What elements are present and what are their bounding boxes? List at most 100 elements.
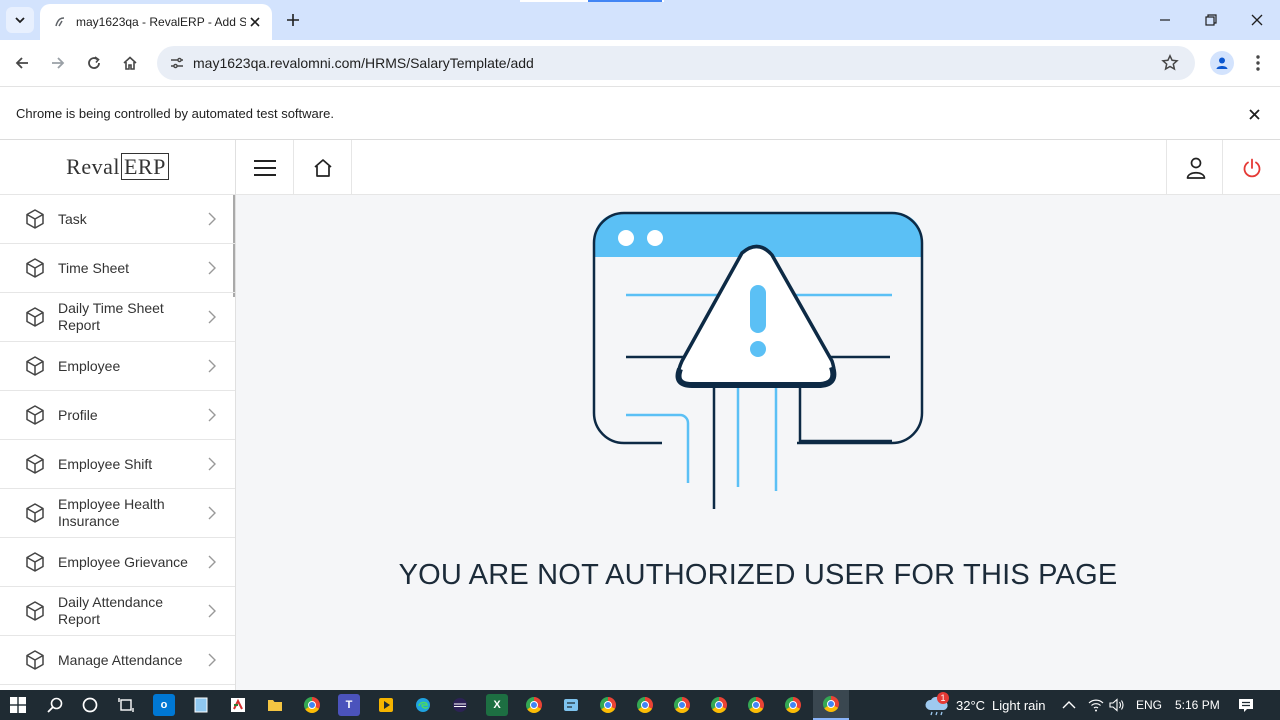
sidebar-item-label: Employee Health Insurance xyxy=(58,496,165,529)
chrome-app-active[interactable] xyxy=(813,690,849,720)
show-hidden-icons-button[interactable] xyxy=(1062,690,1076,720)
forward-button[interactable] xyxy=(45,50,71,76)
sidebar-item-label: Employee Shift xyxy=(58,455,153,472)
app-header xyxy=(236,140,1280,195)
sidebar-item-profile[interactable]: Profile xyxy=(0,391,235,440)
chrome-icon xyxy=(600,697,616,713)
chrome-app-1[interactable] xyxy=(301,694,323,716)
windows-logo-icon xyxy=(10,697,26,713)
automation-infobar: Chrome is being controlled by automated … xyxy=(0,86,1280,140)
minimize-icon xyxy=(1160,19,1170,21)
app-pinned-3[interactable] xyxy=(227,694,249,716)
site-info-icon[interactable] xyxy=(165,51,189,75)
sidebar-item-time-sheet[interactable]: Time Sheet xyxy=(0,244,235,293)
browser-toolbar: may1623qa.revalomni.com/HRMS/SalaryTempl… xyxy=(0,40,1280,86)
file-explorer-app[interactable] xyxy=(264,694,286,716)
sidebar-item-label: Employee xyxy=(58,357,121,374)
sidebar-item-employee-grievance[interactable]: Employee Grievance xyxy=(0,538,235,587)
chrome-icon xyxy=(711,697,727,713)
sidebar-item-employee[interactable]: Employee xyxy=(0,342,235,391)
close-window-button[interactable] xyxy=(1234,0,1280,40)
chrome-app-3[interactable] xyxy=(597,694,619,716)
sidebar-item-daily-time-sheet-report[interactable]: Daily Time Sheet Report xyxy=(0,293,235,342)
bookmark-star-icon[interactable] xyxy=(1159,52,1181,74)
close-icon xyxy=(1251,14,1263,26)
restore-button[interactable] xyxy=(1188,0,1234,40)
tab-close-icon[interactable] xyxy=(246,13,264,31)
browser-menu-button[interactable] xyxy=(1248,51,1268,75)
chrome-icon xyxy=(785,697,801,713)
brand-logo[interactable]: Reval ERP xyxy=(0,140,235,195)
weather-widget[interactable]: 1 32°C Light rain xyxy=(924,690,1046,720)
chrome-icon xyxy=(823,696,839,712)
cube-icon xyxy=(26,356,44,376)
chrome-app-7[interactable] xyxy=(745,694,767,716)
teams-app[interactable]: T xyxy=(338,694,360,716)
sidebar-item-label: Daily Attendance Report xyxy=(58,594,164,627)
logo-text-erp: ERP xyxy=(120,153,169,180)
main-content: YOU ARE NOT AUTHORIZED USER FOR THIS PAG… xyxy=(236,195,1280,690)
address-bar[interactable]: may1623qa.revalomni.com/HRMS/SalaryTempl… xyxy=(157,46,1195,80)
new-tab-button[interactable] xyxy=(282,9,304,31)
notepad-icon xyxy=(194,697,208,713)
weather-temperature: 32°C xyxy=(956,697,986,713)
hamburger-menu-button[interactable] xyxy=(236,140,294,195)
media-app[interactable] xyxy=(375,694,397,716)
chrome-icon xyxy=(674,697,690,713)
system-clock[interactable]: 5:16 PM xyxy=(1175,690,1220,720)
sidebar-item-label: Task xyxy=(58,210,87,227)
action-center-button[interactable] xyxy=(1238,690,1254,720)
sidebar-item-task[interactable]: Task xyxy=(0,195,235,244)
task-view-icon xyxy=(118,698,134,712)
sidebar-item-employee-shift[interactable]: Employee Shift xyxy=(0,440,235,489)
input-language[interactable]: ENG xyxy=(1136,690,1162,720)
cortana-button[interactable] xyxy=(79,694,101,716)
chevron-right-icon xyxy=(208,555,216,569)
search-button[interactable] xyxy=(44,694,66,716)
reload-button[interactable] xyxy=(81,50,107,76)
excel-app[interactable]: X xyxy=(486,694,508,716)
browser-tab-active[interactable]: may1623qa - RevalERP - Add S xyxy=(40,4,272,40)
url-text[interactable]: may1623qa.revalomni.com/HRMS/SalaryTempl… xyxy=(193,55,534,71)
cube-icon xyxy=(26,552,44,572)
tab-search-button[interactable] xyxy=(6,7,34,33)
sidebar-item-label: Employee Grievance xyxy=(58,553,188,570)
app-pinned-14[interactable] xyxy=(560,694,582,716)
chrome-app-8[interactable] xyxy=(782,694,804,716)
logo-text-reval: Reval xyxy=(66,154,120,179)
home-button[interactable] xyxy=(117,50,143,76)
page-favicon-icon xyxy=(52,14,68,30)
eclipse-app[interactable] xyxy=(449,694,471,716)
chrome-app-5[interactable] xyxy=(671,694,693,716)
edge-app[interactable] xyxy=(412,694,434,716)
home-nav-button[interactable] xyxy=(294,140,352,195)
outlook-app[interactable]: o xyxy=(153,694,175,716)
excel-icon: X xyxy=(493,699,501,711)
sidebar-item-employee-health-insurance[interactable]: Employee Health Insurance xyxy=(0,489,235,538)
chevron-right-icon xyxy=(208,653,216,667)
media-icon xyxy=(379,698,393,712)
chrome-icon xyxy=(748,697,764,713)
chevron-up-icon xyxy=(1062,701,1076,709)
infobar-close-icon[interactable] xyxy=(1244,104,1264,124)
minimize-button[interactable] xyxy=(1142,0,1188,40)
language-label: ENG xyxy=(1136,698,1163,712)
sidebar-item-manage-attendance[interactable]: Manage Attendance xyxy=(0,636,235,685)
sidebar-item-daily-attendance-report[interactable]: Daily Attendance Report xyxy=(0,587,235,636)
chrome-app-4[interactable] xyxy=(634,694,656,716)
sidebar-item-label: Time Sheet xyxy=(58,259,130,276)
volume-button[interactable] xyxy=(1109,690,1125,720)
network-icon-button[interactable] xyxy=(1088,690,1104,720)
notepad-app[interactable] xyxy=(190,694,212,716)
tab-title: may1623qa - RevalERP - Add S xyxy=(76,15,246,29)
user-profile-button[interactable] xyxy=(1166,140,1224,195)
windows-taskbar: o T X 1 32°C Light rain ENG 5:16 PM xyxy=(0,690,1280,720)
browser-tab-strip: may1623qa - RevalERP - Add S xyxy=(0,0,1280,40)
back-button[interactable] xyxy=(9,50,35,76)
chrome-app-2[interactable] xyxy=(523,694,545,716)
start-button[interactable] xyxy=(7,694,29,716)
chrome-app-6[interactable] xyxy=(708,694,730,716)
task-view-button[interactable] xyxy=(115,694,137,716)
logout-button[interactable] xyxy=(1222,140,1280,195)
profile-avatar-button[interactable] xyxy=(1210,51,1234,75)
